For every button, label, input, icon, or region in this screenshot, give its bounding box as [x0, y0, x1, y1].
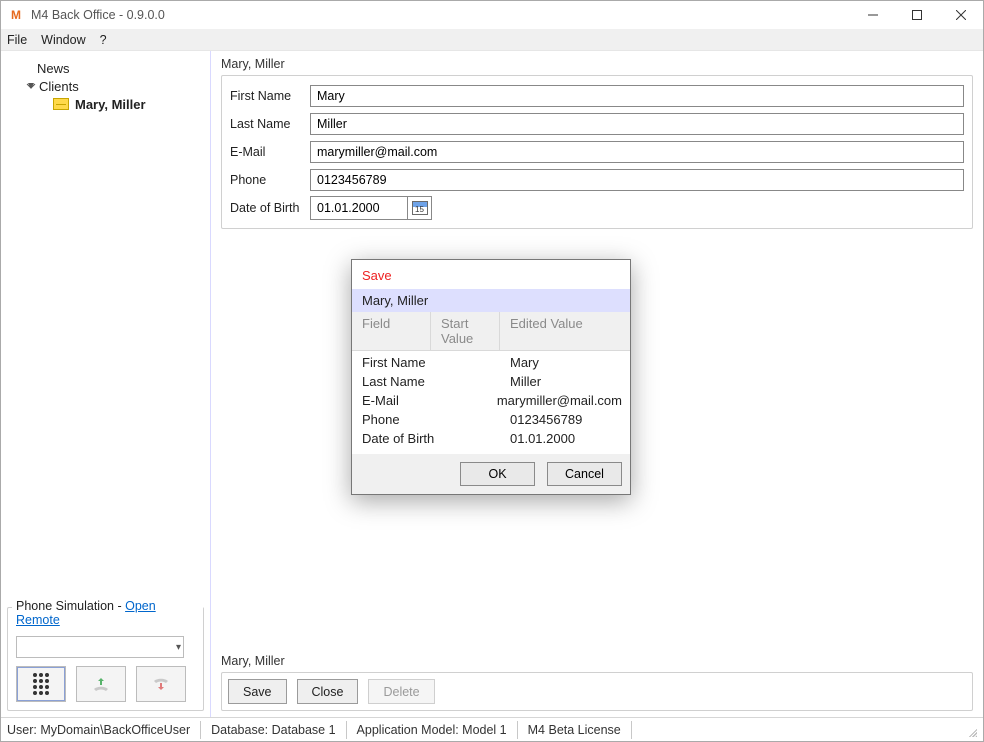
label-email: E-Mail: [230, 145, 310, 159]
dialog-row-field: First Name: [362, 355, 440, 370]
tree-item-label: News: [37, 61, 70, 76]
dob-input[interactable]: [311, 197, 407, 219]
dialog-row-field: Date of Birth: [362, 431, 440, 446]
statusbar: User: MyDomain\BackOfficeUser Database: …: [1, 717, 983, 741]
dob-field: 15: [310, 196, 432, 220]
last-name-input[interactable]: [310, 113, 964, 135]
dialog-row: Date of Birth 01.01.2000: [352, 429, 630, 448]
titlebar[interactable]: M M4 Back Office - 0.9.0.0: [1, 1, 983, 29]
email-input[interactable]: [310, 141, 964, 163]
phone-simulation-panel: Phone Simulation - Open Remote ▾: [7, 607, 204, 711]
tree-item-label: Clients: [39, 79, 79, 94]
label-last-name: Last Name: [230, 117, 310, 131]
minimize-button[interactable]: [851, 1, 895, 29]
status-model: Application Model: Model 1: [347, 721, 518, 739]
dialpad-icon: [33, 673, 49, 695]
col-start-value: Start Value: [430, 312, 500, 350]
phone-simulation-select[interactable]: ▾: [16, 636, 184, 658]
dialog-entity: Mary, Miller: [352, 289, 630, 312]
tree-item-label: Mary, Miller: [75, 97, 146, 112]
status-database: Database: Database 1: [201, 721, 346, 739]
phone-up-icon: [91, 674, 111, 694]
save-button[interactable]: Save: [228, 679, 287, 704]
sidebar: News Clients Mary, Miller Phone Simulati…: [1, 51, 211, 717]
col-field: Field: [352, 312, 430, 350]
dialog-row-field: Phone: [362, 412, 440, 427]
menu-help[interactable]: ?: [100, 33, 107, 47]
calendar-icon: 15: [412, 201, 428, 215]
tree-item-news[interactable]: News: [7, 59, 204, 77]
dialog-row-start: [440, 412, 510, 427]
dialog-button-bar: OK Cancel: [352, 454, 630, 494]
dob-calendar-button[interactable]: 15: [407, 197, 431, 219]
dialog-row: Last Name Miller: [352, 372, 630, 391]
dialog-row-start: [440, 374, 510, 389]
phone-simulation-legend: Phone Simulation - Open Remote: [12, 599, 203, 627]
col-edited-value: Edited Value: [500, 312, 630, 350]
dialog-row-start: [440, 431, 510, 446]
app-logo-icon: M: [7, 6, 25, 24]
dialog-row-field: Last Name: [362, 374, 440, 389]
dialog-row-start: [433, 393, 497, 408]
status-license: M4 Beta License: [518, 721, 632, 739]
label-dob: Date of Birth: [230, 201, 310, 215]
dialog-row-edited: 0123456789: [510, 412, 630, 427]
tree-item-selected-client[interactable]: Mary, Miller: [7, 95, 204, 113]
tree-collapse-icon[interactable]: [25, 80, 37, 92]
form-button-bar: Save Close Delete: [221, 672, 973, 711]
dialog-ok-button[interactable]: OK: [460, 462, 535, 486]
menubar: File Window ?: [1, 29, 983, 51]
call-button[interactable]: [76, 666, 126, 702]
dialog-cancel-button[interactable]: Cancel: [547, 462, 622, 486]
dialog-title: Save: [352, 260, 630, 289]
window-title: M4 Back Office - 0.9.0.0: [31, 8, 165, 22]
phone-down-icon: [151, 674, 171, 694]
close-form-button[interactable]: Close: [297, 679, 359, 704]
dialog-rows: First Name Mary Last Name Miller E-Mail marym…: [352, 351, 630, 454]
resize-grip-icon[interactable]: [963, 723, 977, 737]
tree-item-clients[interactable]: Clients: [7, 77, 204, 95]
dialog-row-field: E-Mail: [362, 393, 433, 408]
client-card-icon: [53, 98, 69, 110]
dialog-row: E-Mail marymiller@mail.com: [352, 391, 630, 410]
dialog-row-start: [440, 355, 510, 370]
dialog-row-edited: Miller: [510, 374, 630, 389]
dialog-column-headers: Field Start Value Edited Value: [352, 312, 630, 351]
app-window: M M4 Back Office - 0.9.0.0 File Window ?…: [0, 0, 984, 742]
breadcrumb-bottom: Mary, Miller: [221, 654, 973, 672]
dialog-row-edited: marymiller@mail.com: [497, 393, 630, 408]
first-name-input[interactable]: [310, 85, 964, 107]
dialpad-button[interactable]: [16, 666, 66, 702]
save-dialog[interactable]: Save Mary, Miller Field Start Value Edit…: [351, 259, 631, 495]
delete-button: Delete: [368, 679, 434, 704]
menu-window[interactable]: Window: [41, 33, 85, 47]
maximize-button[interactable]: [895, 1, 939, 29]
client-form: First Name Last Name E-Mail Phone Date o…: [221, 75, 973, 229]
status-user: User: MyDomain\BackOfficeUser: [7, 721, 201, 739]
nav-tree: News Clients Mary, Miller: [7, 59, 204, 607]
breadcrumb: Mary, Miller: [221, 57, 973, 75]
dialog-row: Phone 0123456789: [352, 410, 630, 429]
hangup-button[interactable]: [136, 666, 186, 702]
close-button[interactable]: [939, 1, 983, 29]
chevron-down-icon: ▾: [176, 642, 181, 653]
label-phone: Phone: [230, 173, 310, 187]
label-first-name: First Name: [230, 89, 310, 103]
phone-input[interactable]: [310, 169, 964, 191]
dialog-row-edited: 01.01.2000: [510, 431, 630, 446]
dialog-row: First Name Mary: [352, 353, 630, 372]
dialog-row-edited: Mary: [510, 355, 630, 370]
menu-file[interactable]: File: [7, 33, 27, 47]
